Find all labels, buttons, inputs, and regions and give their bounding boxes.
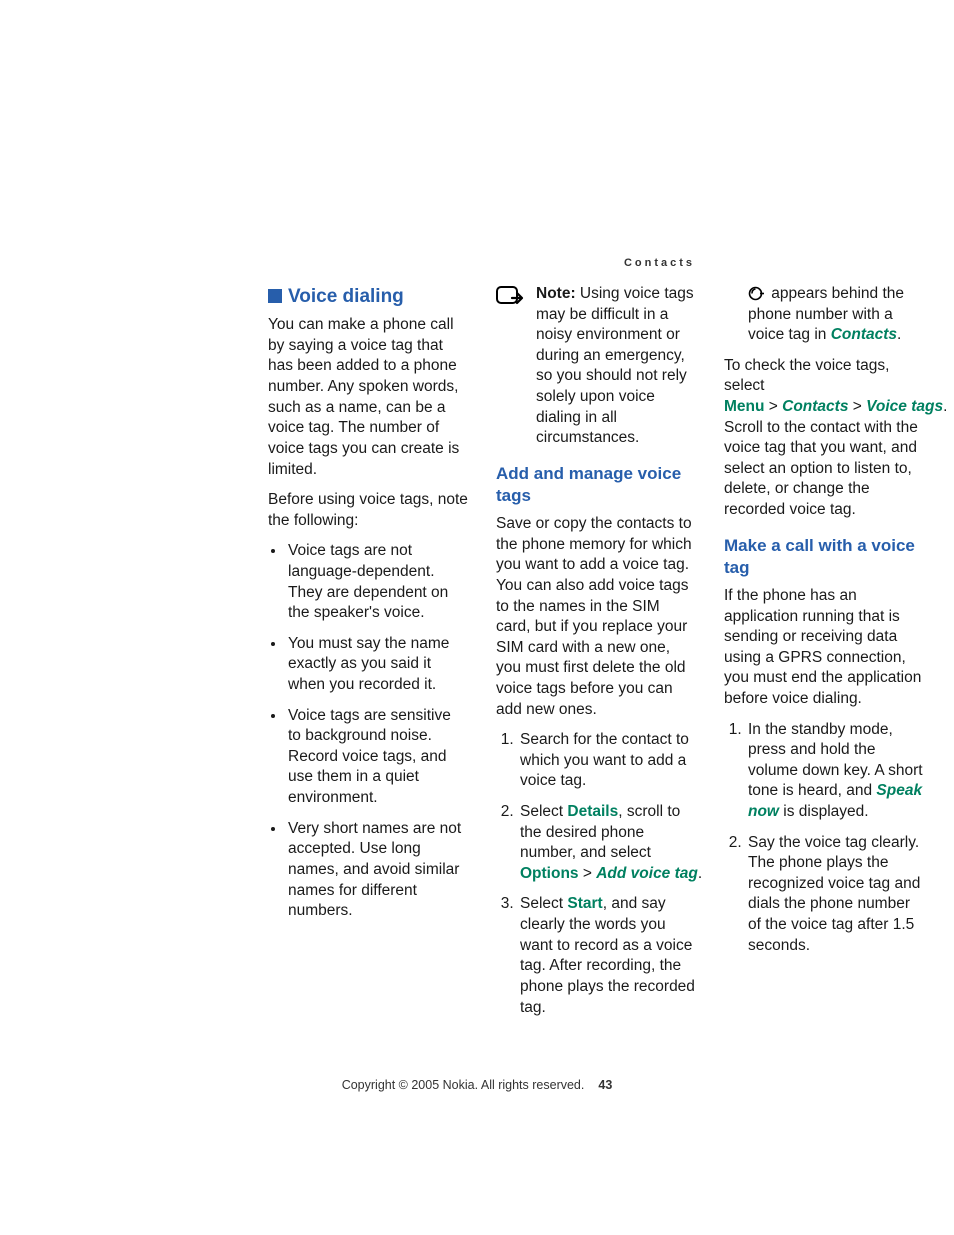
notes-list: Voice tags are not language-dependent. T… — [268, 541, 468, 921]
t: . — [698, 865, 702, 882]
heading-add-manage: Add and manage voice tags — [496, 463, 696, 508]
menu-add-voice-tag: Add voice tag — [596, 865, 698, 882]
t: Select — [520, 895, 567, 912]
t: Select — [520, 803, 567, 820]
heading-text: Voice dialing — [288, 286, 404, 307]
menu-details: Details — [567, 803, 618, 820]
check-paragraph: To check the voice tags, select Menu > C… — [724, 356, 924, 521]
list-item: Very short names are not accepted. Use l… — [286, 819, 468, 922]
menu-contacts: Contacts — [831, 326, 897, 343]
t: is displayed. — [779, 803, 869, 820]
call-paragraph: If the phone has an application running … — [724, 586, 924, 710]
save-paragraph: Save or copy the contacts to the phone m… — [496, 514, 696, 720]
page-footer: Copyright © 2005 Nokia. All rights reser… — [0, 1077, 954, 1094]
intro-paragraph: You can make a phone call by saying a vo… — [268, 315, 468, 480]
section-header: Contacts — [624, 256, 695, 271]
note-text: Note: Using voice tags may be difficult … — [536, 284, 696, 449]
t: , and say clearly the words you want to … — [520, 895, 695, 1015]
list-item: In the standby mode, press and hold the … — [746, 720, 924, 823]
t: > — [848, 398, 866, 415]
copyright: Copyright © 2005 Nokia. All rights reser… — [342, 1078, 585, 1092]
manual-page: Contacts Voice dialing You can make a ph… — [0, 0, 954, 1235]
list-item: You must say the name exactly as you sai… — [286, 634, 468, 696]
t: To check the voice tags, select — [724, 357, 889, 395]
note-body: Using voice tags may be difficult in a n… — [536, 285, 694, 446]
heading-make-call: Make a call with a voice tag — [724, 535, 924, 580]
t: > — [764, 398, 782, 415]
menu-options: Options — [520, 865, 579, 882]
menu-voice-tags: Voice tags — [866, 398, 943, 415]
menu-menu: Menu — [724, 398, 764, 415]
square-bullet-icon — [268, 289, 282, 303]
t: . — [897, 326, 901, 343]
heading-voice-dialing: Voice dialing — [268, 284, 468, 309]
list-item: Voice tags are not language-dependent. T… — [286, 541, 468, 623]
content-columns: Voice dialing You can make a phone call … — [268, 284, 696, 1056]
list-item: Select Details, scroll to the desired ph… — [518, 802, 696, 884]
t: . Scroll to the contact with the voice t… — [724, 398, 947, 518]
voice-tag-icon — [748, 286, 765, 301]
t: > — [579, 865, 597, 882]
list-item: Search for the contact to which you want… — [518, 730, 696, 792]
menu-start: Start — [567, 895, 602, 912]
before-paragraph: Before using voice tags, note the follow… — [268, 490, 468, 531]
list-item: Voice tags are sensitive to background n… — [286, 706, 468, 809]
list-item: Say the voice tag clearly. The phone pla… — [746, 833, 924, 957]
note-label: Note: — [536, 285, 576, 302]
note-icon — [496, 284, 524, 449]
page-number: 43 — [598, 1078, 612, 1092]
menu-contacts: Contacts — [782, 398, 848, 415]
call-steps: In the standby mode, press and hold the … — [724, 720, 924, 957]
note-block: Note: Using voice tags may be difficult … — [496, 284, 696, 449]
